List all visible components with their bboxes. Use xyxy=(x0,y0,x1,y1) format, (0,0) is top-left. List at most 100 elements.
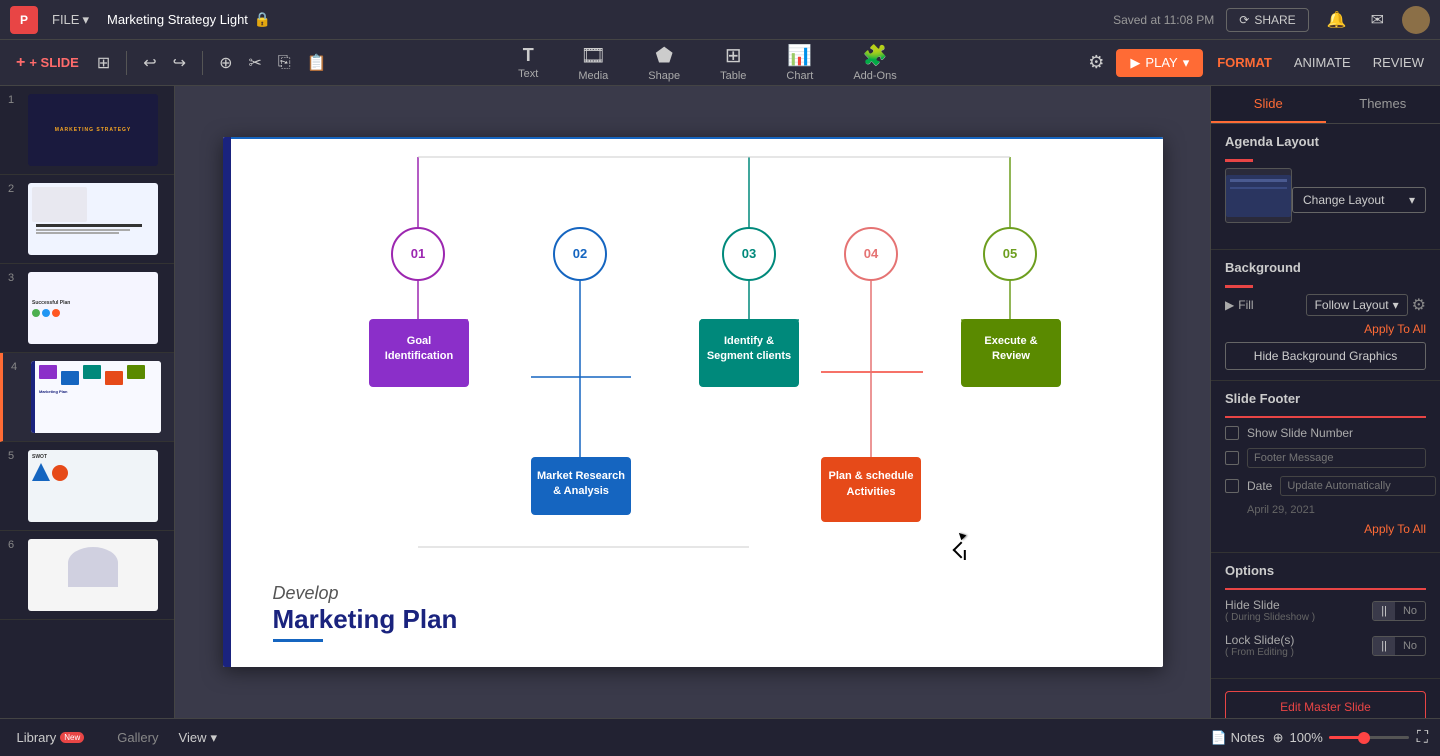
grid-view-button[interactable]: ⊞ xyxy=(91,49,116,77)
add-slide-button[interactable]: + + SLIDE xyxy=(8,50,87,76)
user-avatar[interactable] xyxy=(1402,6,1430,34)
hide-slide-no[interactable]: No xyxy=(1395,602,1425,620)
addons-tool[interactable]: 🧩 Add-Ons xyxy=(845,39,904,86)
lock-slide-ii[interactable]: || xyxy=(1373,637,1395,655)
slide-preview-1: MARKETING STRATEGY xyxy=(28,94,158,166)
tab-slide[interactable]: Slide xyxy=(1211,86,1326,123)
notes-button[interactable]: 📄 Notes xyxy=(1210,730,1264,746)
media-tool[interactable]: 🎞 Media xyxy=(570,39,616,86)
date-row: Date xyxy=(1225,476,1426,496)
date-checkbox[interactable] xyxy=(1225,479,1239,493)
svg-text:Identification: Identification xyxy=(384,350,453,362)
top-accent-line xyxy=(231,137,1163,139)
play-button[interactable]: ▶ PLAY ▾ xyxy=(1116,49,1203,77)
animate-tab[interactable]: ANIMATE xyxy=(1286,51,1359,74)
gallery-tab[interactable]: Gallery xyxy=(117,730,158,745)
date-label: Date xyxy=(1247,479,1272,493)
apply-all-footer: Apply To All xyxy=(1225,522,1426,536)
fullscreen-button[interactable]: ⛶ xyxy=(1417,729,1428,747)
slide-preview-3: Successful Plan xyxy=(28,272,158,344)
svg-text:Plan & schedule: Plan & schedule xyxy=(828,470,913,482)
svg-text:Segment clients: Segment clients xyxy=(706,350,790,362)
lock-slide-no[interactable]: No xyxy=(1395,637,1425,655)
review-tab[interactable]: REVIEW xyxy=(1365,51,1432,74)
show-slide-number-checkbox[interactable] xyxy=(1225,426,1239,440)
share-button[interactable]: ⟳ SHARE xyxy=(1226,8,1308,32)
sidebar-bottom-tabs: Library New Gallery xyxy=(0,718,175,756)
slide-preview-4: Marketing Plan xyxy=(31,361,161,433)
change-layout-button[interactable]: Change Layout ▾ xyxy=(1292,187,1426,213)
table-tool[interactable]: ⊞ Table xyxy=(712,39,754,86)
lock-slide-label-group: Lock Slide(s) ( From Editing ) xyxy=(1225,633,1294,658)
copy-button[interactable]: ⎘ xyxy=(272,50,297,76)
file-menu[interactable]: FILE ▾ xyxy=(46,8,95,32)
fill-settings-icon[interactable]: ⚙ xyxy=(1412,295,1426,315)
notes-icon: 📄 xyxy=(1210,730,1226,746)
view-chevron-icon: ▾ xyxy=(211,730,218,746)
marketing-plan-title: Marketing Plan xyxy=(273,604,458,635)
slide-thumbnail-3[interactable]: 3 Successful Plan xyxy=(0,264,174,353)
saved-status: Saved at 11:08 PM xyxy=(1113,13,1214,27)
library-tab[interactable]: Library New xyxy=(17,730,85,745)
edit-master-slide-button[interactable]: Edit Master Slide xyxy=(1225,691,1426,718)
settings-button[interactable]: ⚙ xyxy=(1082,48,1110,77)
text-tool[interactable]: T Text xyxy=(510,41,546,84)
lock-slide-toggle[interactable]: || No xyxy=(1372,636,1426,656)
slide-preview-6 xyxy=(28,539,158,611)
slide-canvas: 01 Goal Identification 02 Market Researc… xyxy=(223,137,1163,667)
slide-bottom-text: Develop Marketing Plan xyxy=(273,583,458,642)
zoom-percent-label: 100% xyxy=(1290,730,1323,745)
hide-background-graphics-button[interactable]: Hide Background Graphics xyxy=(1225,342,1426,370)
zoom-controls: ⊕ 100% xyxy=(1273,730,1409,746)
paint-format-button[interactable]: ⊕ xyxy=(213,49,238,77)
footer-message-row xyxy=(1225,448,1426,468)
footer-message-input[interactable] xyxy=(1247,448,1426,468)
paste-button[interactable]: 📋 xyxy=(301,49,333,77)
svg-text:05: 05 xyxy=(1002,246,1016,261)
zoom-icon: ⊕ xyxy=(1273,730,1284,746)
svg-text:Goal: Goal xyxy=(406,335,430,347)
left-accent-bar xyxy=(223,137,231,667)
svg-text:01: 01 xyxy=(410,246,424,261)
fill-label: ▶ Fill xyxy=(1225,298,1254,312)
right-panel: Slide Themes Agenda Layout Change Layout… xyxy=(1210,86,1440,718)
cut-button[interactable]: ✂ xyxy=(242,49,267,77)
hide-slide-ii[interactable]: || xyxy=(1373,602,1395,620)
format-tab[interactable]: FORMAT xyxy=(1209,51,1280,74)
footer-message-checkbox[interactable] xyxy=(1225,451,1239,465)
hide-slide-toggle[interactable]: || No xyxy=(1372,601,1426,621)
divider xyxy=(126,51,127,75)
date-input[interactable] xyxy=(1280,476,1436,496)
background-section: Background ▶ Fill Follow Layout ▾ ⚙ Appl… xyxy=(1211,250,1440,381)
top-right-controls: Saved at 11:08 PM ⟳ SHARE 🔔 ✉ xyxy=(1113,6,1430,34)
background-title: Background xyxy=(1225,260,1426,275)
svg-text:Identify &: Identify & xyxy=(723,335,773,347)
svg-text:Activities: Activities xyxy=(846,486,895,498)
notification-bell[interactable]: 🔔 xyxy=(1321,6,1353,34)
red-accent-2 xyxy=(1225,285,1253,288)
canvas-area[interactable]: 01 Goal Identification 02 Market Researc… xyxy=(175,86,1210,718)
slide-thumbnail-1[interactable]: 1 MARKETING STRATEGY xyxy=(0,86,174,175)
lock-slide-row: Lock Slide(s) ( From Editing ) || No xyxy=(1225,633,1426,658)
shape-tool[interactable]: ⬟ Shape xyxy=(640,39,688,86)
slide-thumbnail-6[interactable]: 6 xyxy=(0,531,174,620)
svg-text:Market Research: Market Research xyxy=(536,470,624,482)
layout-title: Agenda Layout xyxy=(1225,134,1426,149)
layout-preview-thumbnail xyxy=(1225,168,1292,223)
undo-button[interactable]: ↩ xyxy=(137,49,162,77)
footer-red-line xyxy=(1225,416,1426,418)
slide-thumbnail-4[interactable]: 4 Marketing Plan xyxy=(0,353,174,442)
top-bar: P FILE ▾ Marketing Strategy Light 🔒 Save… xyxy=(0,0,1440,40)
mail-icon[interactable]: ✉ xyxy=(1365,6,1390,34)
title-underline xyxy=(273,639,323,642)
develop-label: Develop xyxy=(273,583,458,604)
slides-sidebar: 1 MARKETING STRATEGY 2 3 xyxy=(0,86,175,718)
slide-thumbnail-5[interactable]: 5 SWOT xyxy=(0,442,174,531)
slide-thumbnail-2[interactable]: 2 xyxy=(0,175,174,264)
zoom-slider[interactable] xyxy=(1329,736,1409,739)
fill-value-dropdown[interactable]: Follow Layout ▾ xyxy=(1306,294,1408,316)
chart-tool[interactable]: 📊 Chart xyxy=(778,39,821,86)
diagram-svg: 01 Goal Identification 02 Market Researc… xyxy=(263,147,1143,597)
tab-themes[interactable]: Themes xyxy=(1326,86,1440,123)
redo-button[interactable]: ↪ xyxy=(167,49,192,77)
